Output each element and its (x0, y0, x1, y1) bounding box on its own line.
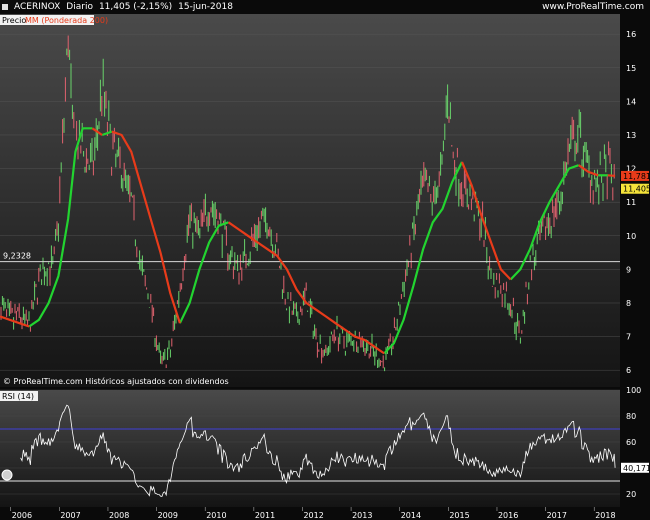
chart-svg[interactable]: 9,2328 Precio MM (Ponderada 200) © ProRe… (0, 0, 650, 520)
rsi-label: RSI (14) (2, 392, 34, 401)
price-tick-label: 15 (626, 64, 636, 73)
price-tick-label: 14 (626, 97, 636, 106)
ma-last-value-text: 11,781 (623, 172, 650, 181)
chart-window: ACERINOX Diario 11,405 (-2,15%) 15-jun-2… (0, 0, 650, 520)
watermark: © ProRealTime.com Históricos ajustados c… (3, 376, 229, 386)
time-tick-label: 2012 (303, 511, 323, 520)
price-tick-label: 6 (626, 366, 631, 375)
time-tick-label: 2014 (401, 511, 421, 520)
time-axis: 2006 2007 2008 2009 2010 2011 2012 2013 2014 2015… (10, 507, 616, 520)
rsi-tick-label: 20 (626, 490, 636, 499)
rsi-panel-background (0, 390, 620, 507)
price-tick-label: 9 (626, 265, 631, 274)
time-tick-label: 2008 (109, 511, 129, 520)
reference-line-label: 9,2328 (3, 252, 31, 261)
time-tick-label: 2010 (206, 511, 226, 520)
time-tick-label: 2015 (449, 511, 469, 520)
rsi-tick-label: 60 (626, 438, 636, 447)
rsi-tick-label: 80 (626, 412, 636, 421)
time-tick-label: 2009 (158, 511, 178, 520)
time-tick-label: 2016 (498, 511, 518, 520)
time-tick-label: 2011 (255, 511, 275, 520)
legend-price-label: Precio (2, 16, 26, 25)
price-axis: 678910111213141516 (626, 30, 636, 375)
rsi-axis: 20406080100 (626, 386, 641, 499)
rsi-last-value-text: 40,171 (623, 464, 650, 473)
price-last-value-text: 11,405 (623, 185, 650, 194)
time-tick-label: 2017 (547, 511, 567, 520)
time-tick-label: 2013 (352, 511, 372, 520)
legend-ma-label: MM (Ponderada 200) (25, 16, 108, 25)
moving-average-falling-line (607, 174, 616, 177)
time-tick-label: 2007 (60, 511, 80, 520)
zoom-handle-icon[interactable] (1, 469, 13, 481)
rsi-tick-label: 100 (626, 386, 641, 395)
price-tick-label: 10 (626, 232, 636, 241)
price-tick-label: 13 (626, 131, 636, 140)
price-panel-background (0, 14, 620, 387)
price-tick-label: 16 (626, 30, 636, 39)
time-tick-label: 2018 (595, 511, 615, 520)
time-tick-label: 2006 (12, 511, 32, 520)
price-tick-label: 11 (626, 198, 636, 207)
price-tick-label: 7 (626, 333, 631, 342)
price-tick-label: 8 (626, 299, 631, 308)
